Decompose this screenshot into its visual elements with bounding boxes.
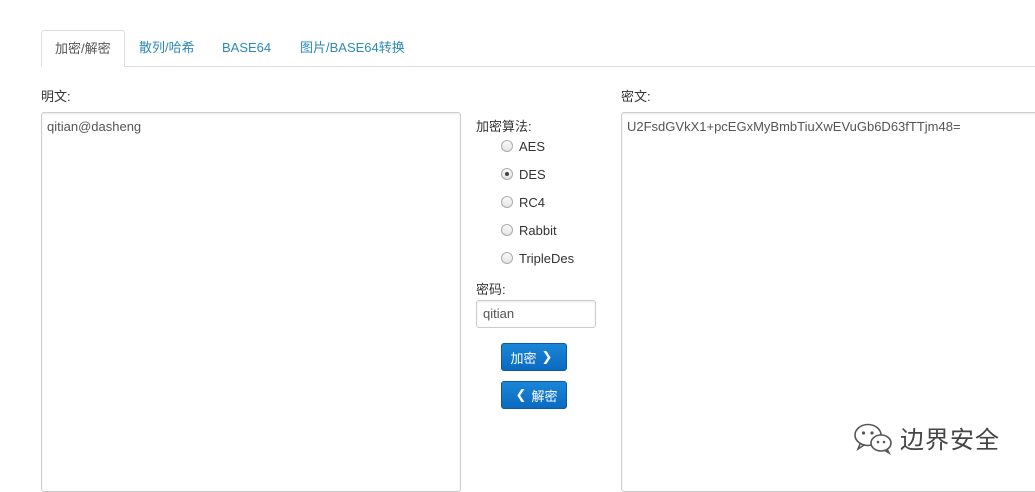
radio-tripledes[interactable]: TripleDes <box>501 249 574 267</box>
tab-base64[interactable]: BASE64 <box>209 30 284 65</box>
wechat-icon <box>854 423 892 455</box>
chevron-right-icon: ❯ <box>541 349 553 364</box>
chevron-left-icon: ❮ <box>515 387 527 402</box>
radio-button[interactable] <box>501 168 513 180</box>
plaintext-label: 明文: <box>41 89 71 104</box>
radio-button[interactable] <box>501 140 513 152</box>
radio-rabbit[interactable]: Rabbit <box>501 221 557 239</box>
radio-des[interactable]: DES <box>501 165 546 183</box>
tab-hash[interactable]: 散列/哈希 <box>126 30 208 65</box>
tab-image-base64[interactable]: 图片/BASE64转换 <box>287 30 418 65</box>
ciphertext-label: 密文: <box>621 89 651 104</box>
tab-bar: 加密/解密 散列/哈希 BASE64 图片/BASE64转换 <box>41 30 1035 67</box>
encrypt-label: 加密 <box>510 350 537 366</box>
watermark: 边界安全 <box>852 420 1000 455</box>
radio-button[interactable] <box>501 196 513 208</box>
radio-button[interactable] <box>501 252 513 264</box>
radio-label: DES <box>519 166 546 182</box>
encrypt-button[interactable]: 加密 ❯ <box>501 343 567 371</box>
radio-label: RC4 <box>519 194 546 210</box>
radio-rc4[interactable]: RC4 <box>501 193 545 211</box>
radio-aes[interactable]: AES <box>501 137 545 155</box>
algorithm-label: 加密算法: <box>476 119 532 134</box>
radio-label: Rabbit <box>519 222 557 238</box>
tab-encrypt-decrypt[interactable]: 加密/解密 <box>41 30 125 67</box>
password-input[interactable]: qitian <box>476 300 596 328</box>
decrypt-button[interactable]: ❮ 解密 <box>501 381 567 409</box>
password-label: 密码: <box>476 282 506 297</box>
decrypt-label: 解密 <box>531 388 558 404</box>
radio-label: TripleDes <box>519 250 575 266</box>
radio-label: AES <box>519 138 546 154</box>
radio-button[interactable] <box>501 224 513 236</box>
plaintext-textarea[interactable]: qitian@dasheng <box>41 112 461 492</box>
watermark-text: 边界安全 <box>900 427 1000 454</box>
